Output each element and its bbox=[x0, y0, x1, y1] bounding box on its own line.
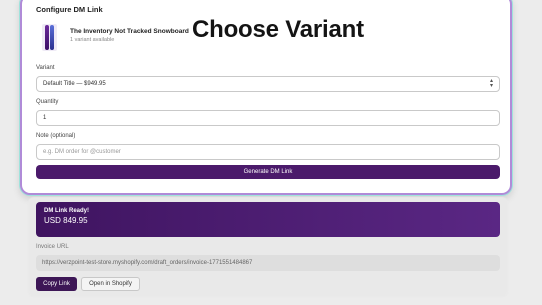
quantity-label: Quantity bbox=[36, 99, 59, 105]
invoice-url-field[interactable]: https://verzpoint-test-store.myshopify.c… bbox=[36, 255, 500, 271]
snowboard-icon bbox=[50, 25, 54, 50]
ready-amount: USD 849.95 bbox=[44, 216, 88, 225]
dm-link-ready-banner: DM Link Ready! USD 849.95 bbox=[36, 202, 500, 237]
note-placeholder: e.g. DM order for @customer bbox=[43, 149, 121, 155]
note-label: Note (optional) bbox=[36, 133, 76, 139]
variant-label: Variant bbox=[36, 65, 55, 71]
variant-select[interactable]: Default Title — $949.95 ▴ ▾ bbox=[36, 76, 500, 92]
variant-count: 1 variant available bbox=[70, 37, 115, 43]
dialog-title: Configure DM Link bbox=[36, 5, 103, 14]
quantity-value: 1 bbox=[43, 115, 47, 121]
snowboard-icon bbox=[45, 25, 49, 50]
open-in-shopify-button[interactable]: Open in Shopify bbox=[81, 277, 140, 291]
overlay-caption: Choose Variant bbox=[192, 16, 364, 43]
note-input[interactable]: e.g. DM order for @customer bbox=[36, 144, 500, 160]
variant-select-value: Default Title — $949.95 bbox=[43, 81, 106, 87]
ready-title: DM Link Ready! bbox=[44, 208, 90, 214]
invoice-url-label: Invoice URL bbox=[36, 244, 69, 250]
copy-link-button[interactable]: Copy Link bbox=[36, 277, 77, 291]
generate-dm-link-button[interactable]: Generate DM Link bbox=[36, 165, 500, 179]
product-name: The Inventory Not Tracked Snowboard bbox=[70, 28, 189, 35]
quantity-input[interactable]: 1 bbox=[36, 110, 500, 126]
product-image bbox=[42, 24, 57, 51]
select-arrows-icon: ▴ ▾ bbox=[489, 78, 493, 89]
